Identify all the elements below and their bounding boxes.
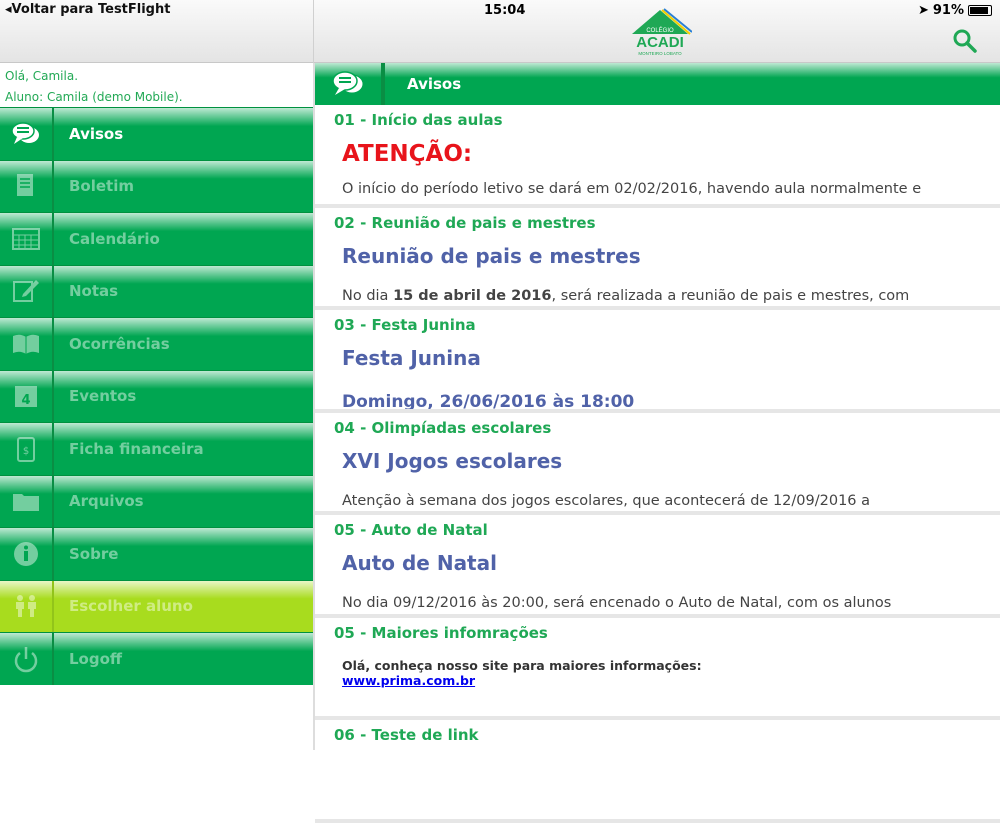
notice-title: 03 - Festa Junina bbox=[334, 316, 476, 334]
svg-text:COLÉGIO: COLÉGIO bbox=[646, 27, 674, 34]
svg-text:ACADI: ACADI bbox=[636, 34, 684, 51]
battery-percent: 91% bbox=[932, 3, 964, 18]
content-header: Avisos bbox=[315, 63, 1000, 105]
notice-body: Olá, conheça nosso site para maiores inf… bbox=[342, 657, 702, 673]
sidebar-item-label: Calendário bbox=[54, 213, 313, 265]
document-icon bbox=[0, 160, 54, 212]
notice-item[interactable]: 04 - Olimpíadas escolares XVI Jogos esco… bbox=[315, 413, 1000, 515]
body-bold: 15 de abril de 2016 bbox=[393, 287, 552, 304]
pencil-note-icon bbox=[0, 265, 54, 317]
folder-icon bbox=[0, 475, 54, 527]
notice-body: No dia 09/12/2016 às 20:00, será encenad… bbox=[342, 595, 892, 611]
sidebar-item-label: Notas bbox=[54, 265, 313, 317]
page-title: Avisos bbox=[385, 63, 1000, 105]
greeting: Olá, Camila. Aluno: Camila (demo Mobile)… bbox=[0, 63, 313, 107]
sidebar-item-eventos[interactable]: 4 Eventos bbox=[0, 369, 313, 422]
greeting-student: Aluno: Camila (demo Mobile). bbox=[5, 90, 183, 104]
battery-icon bbox=[968, 5, 992, 16]
notice-title: 01 - Início das aulas bbox=[334, 111, 503, 129]
top-bar: ◂Voltar para TestFlight 15:04 ➤ 91% COLÉG… bbox=[0, 0, 1000, 63]
notice-body: O início do período letivo se dará em 02… bbox=[342, 181, 922, 197]
notice-title: 05 - Auto de Natal bbox=[334, 521, 488, 539]
body-text: No dia bbox=[342, 287, 394, 304]
chat-bubbles-icon bbox=[315, 63, 385, 105]
info-icon bbox=[0, 528, 54, 580]
svg-text:MONTEIRO LOBATO: MONTEIRO LOBATO bbox=[638, 51, 682, 56]
calendar-day-icon: 4 bbox=[0, 370, 54, 422]
sidebar-item-label: Boletim bbox=[54, 160, 313, 212]
notice-heading: Auto de Natal bbox=[342, 551, 497, 575]
svg-text:$: $ bbox=[23, 446, 29, 457]
notice-item[interactable]: 06 - Teste de link bbox=[315, 720, 1000, 823]
back-label: Voltar para TestFlight bbox=[11, 2, 171, 17]
notice-item[interactable]: 05 - Auto de Natal Auto de Natal No dia … bbox=[315, 515, 1000, 618]
sidebar-item-ocorr-ncias[interactable]: Ocorrências bbox=[0, 317, 313, 370]
battery-status: ➤ 91% bbox=[918, 3, 992, 18]
divider bbox=[313, 0, 314, 63]
sidebar-item-ficha-financeira[interactable]: $ Ficha financeira bbox=[0, 422, 313, 475]
sidebar-item-label: Sobre bbox=[54, 528, 313, 580]
notice-title: 05 - Maiores infomrações bbox=[334, 623, 548, 642]
sidebar-item-logoff[interactable]: Logoff bbox=[0, 632, 313, 685]
back-to-testflight[interactable]: ◂Voltar para TestFlight bbox=[5, 2, 170, 17]
money-clipboard-icon: $ bbox=[0, 423, 54, 475]
chat-bubbles-icon bbox=[0, 108, 54, 160]
calendar-grid-icon bbox=[0, 213, 54, 265]
notice-item[interactable]: 05 - Maiores infomrações Olá, conheça no… bbox=[315, 618, 1000, 720]
power-icon bbox=[0, 633, 54, 685]
notice-heading: ATENÇÃO: bbox=[342, 141, 473, 167]
sidebar-item-avisos[interactable]: Avisos bbox=[0, 107, 313, 160]
sidebar-item-label: Arquivos bbox=[54, 475, 313, 527]
sidebar-item-label: Eventos bbox=[54, 370, 313, 422]
children-icon bbox=[0, 580, 54, 632]
notice-title: 06 - Teste de link bbox=[334, 726, 479, 744]
sidebar-item-notas[interactable]: Notas bbox=[0, 264, 313, 317]
open-book-icon bbox=[0, 318, 54, 370]
notice-heading: Festa Junina bbox=[342, 346, 481, 370]
notice-item[interactable]: 01 - Início das aulas ATENÇÃO: O início … bbox=[315, 105, 1000, 208]
greeting-hello: Olá, Camila. bbox=[5, 69, 79, 83]
notice-item[interactable]: 02 - Reunião de pais e mestres Reunião d… bbox=[315, 208, 1000, 310]
status-time: 15:04 bbox=[484, 3, 526, 18]
notice-heading: Reunião de pais e mestres bbox=[342, 243, 641, 268]
search-icon[interactable] bbox=[952, 28, 978, 54]
svg-text:4: 4 bbox=[21, 393, 30, 408]
notice-subheading: Domingo, 26/06/2016 às 18:00 bbox=[342, 392, 635, 412]
notice-title: 04 - Olimpíadas escolares bbox=[334, 418, 552, 437]
notice-body: No dia 15 de abril de 2016, será realiza… bbox=[342, 288, 1000, 304]
website-link[interactable]: www.prima.com.br bbox=[342, 673, 1000, 688]
sidebar-item-label: Logoff bbox=[54, 633, 313, 685]
notice-heading: XVI Jogos escolares bbox=[342, 448, 563, 473]
notices-list[interactable]: 01 - Início das aulas ATENÇÃO: O início … bbox=[315, 105, 1000, 823]
notice-body: Atenção à semana dos jogos escolares, qu… bbox=[342, 492, 871, 509]
sidebar-item-arquivos[interactable]: Arquivos bbox=[0, 474, 313, 527]
acadi-logo: COLÉGIO ACADI MONTEIRO LOBATO bbox=[632, 8, 692, 56]
sidebar-item-escolher-aluno[interactable]: Escolher aluno bbox=[0, 579, 313, 632]
body-text: , será realizada a reunião de pais e mes… bbox=[551, 287, 910, 304]
notice-item[interactable]: 03 - Festa Junina Festa Junina Domingo, … bbox=[315, 310, 1000, 413]
sidebar-item-boletim[interactable]: Boletim bbox=[0, 159, 313, 212]
sidebar-menu: Avisos Boletim Calendário Notas Ocorrências 4… bbox=[0, 107, 313, 685]
sidebar-item-calend-rio[interactable]: Calendário bbox=[0, 212, 313, 265]
notice-title: 02 - Reunião de pais e mestres bbox=[334, 213, 596, 232]
sidebar-item-label: Ocorrências bbox=[54, 318, 313, 370]
sidebar-item-label: Avisos bbox=[54, 108, 313, 160]
sidebar-item-label: Ficha financeira bbox=[54, 423, 313, 475]
location-icon: ➤ bbox=[917, 3, 929, 18]
sidebar-item-sobre[interactable]: Sobre bbox=[0, 527, 313, 580]
sidebar-item-label: Escolher aluno bbox=[54, 580, 313, 632]
